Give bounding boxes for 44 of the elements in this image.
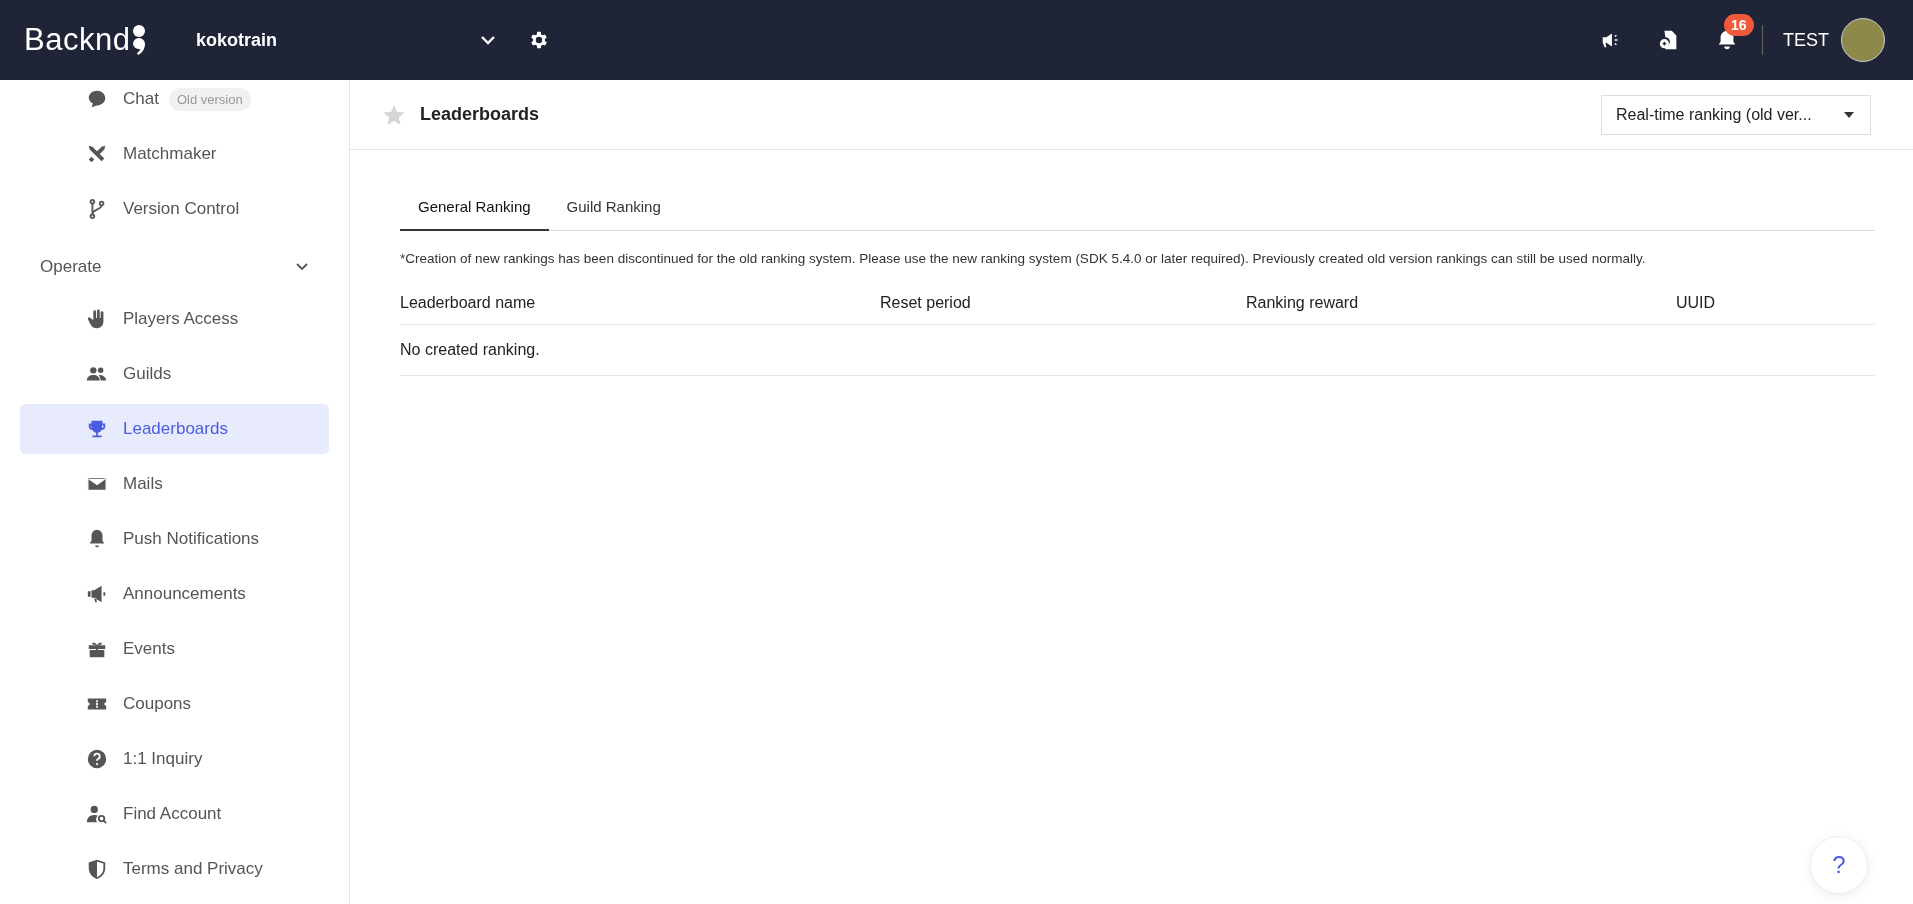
help-button[interactable]: ? (1810, 836, 1868, 894)
sidebar-item[interactable]: Push Notifications (20, 514, 329, 564)
sidebar-item[interactable]: Find Account (20, 789, 329, 839)
column-header: Leaderboard name (400, 294, 536, 312)
notice-text: *Creation of new rankings has been discontinued for the old ranking system. Please use the new ranking system (SDK 5.4.0 or later required). Previously created old version rankings can still be used normally. (400, 251, 1647, 266)
sidebar-item[interactable]: Matchmaker (20, 129, 329, 179)
page-title: Leaderboards (420, 104, 540, 125)
old-version-badge: Old version (168, 87, 251, 111)
sidebar-section-header[interactable]: Operate (20, 239, 329, 294)
settings-icon[interactable] (528, 29, 550, 51)
crossed-swords-icon (86, 143, 108, 165)
chat-bubble-icon (86, 88, 108, 110)
user-search-icon (86, 803, 108, 825)
logo-text[interactable]: Backnd (24, 22, 131, 58)
sidebar-item[interactable]: Leaderboards (20, 404, 329, 454)
sidebar-item[interactable]: Terms and Privacy (20, 844, 329, 894)
sidebar-item[interactable]: Events (20, 624, 329, 674)
column-header: UUID (1676, 294, 1716, 312)
column-header: Reset period (880, 294, 971, 312)
sidebar-item[interactable]: Version Control (20, 184, 329, 234)
project-name[interactable]: kokotrain (196, 29, 480, 51)
chevron-down-icon[interactable] (480, 35, 496, 45)
sidebar-item[interactable]: Mails (20, 459, 329, 509)
column-header: Ranking reward (1246, 294, 1359, 312)
sidebar-item[interactable]: Coupons (20, 679, 329, 729)
sidebar-item[interactable]: 1:1 Inquiry (20, 734, 329, 784)
shield-icon (86, 858, 108, 880)
sidebar-item[interactable]: Players Access (20, 294, 329, 344)
ranking-type-dropdown[interactable]: Real-time ranking (old ver... (1601, 94, 1871, 135)
sidebar-item[interactable]: Chat Old version (20, 74, 329, 124)
bell-icon[interactable] (1716, 29, 1738, 51)
trophy-icon (86, 418, 108, 440)
help-icon (86, 748, 108, 770)
sidebar-item[interactable]: Guilds (20, 349, 329, 399)
user-name[interactable]: TEST (1783, 29, 1829, 51)
tab[interactable]: Guild Ranking (548, 186, 679, 231)
sidebar-item[interactable]: Announcements (20, 569, 329, 619)
empty-message: No created ranking. (400, 341, 540, 358)
logo-mark-icon (132, 25, 147, 55)
avatar-placeholder[interactable] (1841, 18, 1885, 62)
caret-down-icon (1844, 111, 1854, 118)
megaphone-icon (86, 583, 108, 605)
tab[interactable]: General Ranking (400, 186, 549, 231)
notification-count-badge: 16 (1724, 14, 1754, 36)
